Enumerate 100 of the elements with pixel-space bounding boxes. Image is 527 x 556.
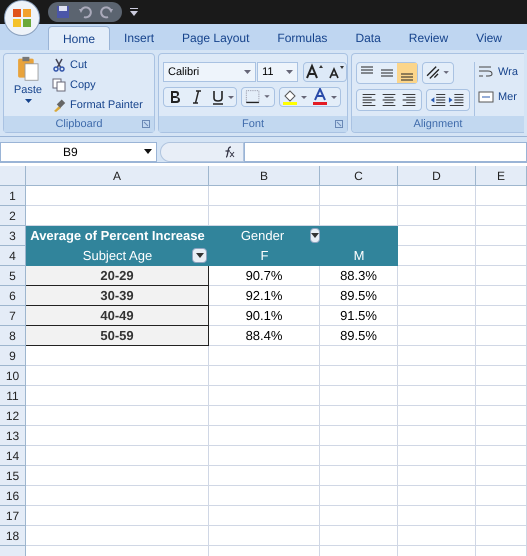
ribbon-tab[interactable]: Review (394, 26, 462, 50)
row-header[interactable]: 15 (0, 466, 26, 486)
empty-cell[interactable] (209, 426, 320, 446)
text-orientation-icon[interactable] (422, 62, 454, 84)
empty-cell[interactable] (209, 186, 320, 206)
ribbon-tab[interactable]: Page Layout (168, 26, 264, 50)
row-header[interactable]: 12 (0, 406, 26, 426)
empty-cell[interactable] (398, 326, 476, 346)
borders-icon[interactable] (241, 87, 275, 107)
row-header[interactable]: 13 (0, 426, 26, 446)
caret-icon[interactable] (144, 149, 152, 154)
empty-cell[interactable] (398, 486, 476, 506)
empty-cell[interactable] (398, 386, 476, 406)
row-header[interactable]: 16 (0, 486, 26, 506)
select-all-corner[interactable] (0, 166, 26, 186)
row-header[interactable]: 1 (0, 186, 26, 206)
empty-cell[interactable] (209, 346, 320, 366)
row-header[interactable] (0, 546, 26, 556)
empty-cell[interactable] (476, 266, 527, 286)
empty-cell[interactable] (398, 186, 476, 206)
empty-cell[interactable] (320, 186, 398, 206)
empty-cell[interactable] (398, 466, 476, 486)
name-box[interactable]: B9 (0, 142, 157, 162)
empty-cell[interactable] (476, 326, 527, 346)
empty-cell[interactable] (476, 506, 527, 526)
empty-cell[interactable] (476, 246, 527, 266)
fill-color-icon[interactable] (280, 88, 310, 106)
empty-cell[interactable] (398, 346, 476, 366)
column-header[interactable]: B (209, 166, 320, 186)
empty-cell[interactable] (476, 526, 527, 546)
column-header[interactable]: E (476, 166, 527, 186)
row-header[interactable]: 6 (0, 286, 26, 306)
row-header[interactable]: 9 (0, 346, 26, 366)
copy-button[interactable]: Copy (52, 76, 143, 94)
customize-toolbar-icon[interactable] (130, 7, 138, 17)
row-header[interactable]: 2 (0, 206, 26, 226)
empty-cell[interactable] (398, 366, 476, 386)
empty-cell[interactable] (476, 446, 527, 466)
row-header[interactable]: 7 (0, 306, 26, 326)
empty-cell[interactable] (476, 286, 527, 306)
empty-cell[interactable] (209, 466, 320, 486)
ribbon-tab[interactable]: Formulas (263, 26, 342, 50)
empty-cell[interactable] (476, 366, 527, 386)
empty-cell[interactable] (209, 446, 320, 466)
row-header[interactable]: 3 (0, 226, 26, 246)
save-icon[interactable] (56, 5, 70, 19)
empty-cell[interactable] (209, 526, 320, 546)
empty-cell[interactable] (209, 366, 320, 386)
empty-cell[interactable] (209, 506, 320, 526)
empty-cell[interactable] (476, 346, 527, 366)
empty-cell[interactable] (209, 406, 320, 426)
empty-cell[interactable] (320, 406, 398, 426)
office-button[interactable] (4, 0, 40, 36)
ribbon-tab[interactable]: Insert (110, 26, 168, 50)
indent-icon[interactable] (426, 89, 470, 111)
empty-cell[interactable] (476, 466, 527, 486)
empty-cell[interactable] (476, 386, 527, 406)
empty-cell[interactable] (320, 506, 398, 526)
empty-cell[interactable] (398, 306, 476, 326)
paste-button[interactable]: Paste (8, 56, 48, 102)
column-header[interactable]: D (398, 166, 476, 186)
dialog-launcher-icon[interactable] (142, 120, 150, 128)
column-header[interactable]: A (26, 166, 209, 186)
empty-cell[interactable] (320, 346, 398, 366)
align-bottom-icon[interactable] (397, 63, 417, 83)
filter-dropdown-button[interactable] (192, 248, 207, 263)
filter-dropdown-button[interactable] (310, 228, 320, 243)
empty-cell[interactable] (476, 226, 527, 246)
empty-cell[interactable] (320, 386, 398, 406)
column-header[interactable]: C (320, 166, 398, 186)
ribbon-tab[interactable]: View (462, 26, 516, 50)
empty-cell[interactable] (476, 406, 527, 426)
merge-button[interactable]: Mer (478, 88, 518, 105)
empty-cell[interactable] (398, 286, 476, 306)
empty-cell[interactable] (398, 506, 476, 526)
grow-font-icon[interactable] (304, 63, 326, 81)
font-size-field[interactable]: 11 (257, 62, 298, 82)
empty-cell[interactable] (320, 486, 398, 506)
empty-cell[interactable] (320, 426, 398, 446)
empty-cell[interactable] (209, 386, 320, 406)
formula-input[interactable] (244, 142, 527, 162)
cut-button[interactable]: Cut (52, 56, 143, 74)
empty-cell[interactable] (476, 486, 527, 506)
format-painter-button[interactable]: Format Painter (52, 96, 143, 114)
empty-cell[interactable] (320, 466, 398, 486)
empty-cell[interactable] (476, 206, 527, 226)
row-header[interactable]: 4 (0, 246, 26, 266)
empty-cell[interactable] (398, 266, 476, 286)
redo-icon[interactable] (100, 5, 114, 19)
empty-cell[interactable] (398, 446, 476, 466)
empty-cell[interactable] (209, 486, 320, 506)
row-header[interactable]: 17 (0, 506, 26, 526)
empty-cell[interactable] (320, 526, 398, 546)
empty-cell[interactable] (398, 206, 476, 226)
undo-icon[interactable] (78, 5, 92, 19)
row-header[interactable]: 5 (0, 266, 26, 286)
row-header[interactable]: 8 (0, 326, 26, 346)
dialog-launcher-icon[interactable] (335, 120, 343, 128)
wrap-text-button[interactable]: Wra (478, 64, 518, 80)
empty-cell[interactable] (398, 426, 476, 446)
